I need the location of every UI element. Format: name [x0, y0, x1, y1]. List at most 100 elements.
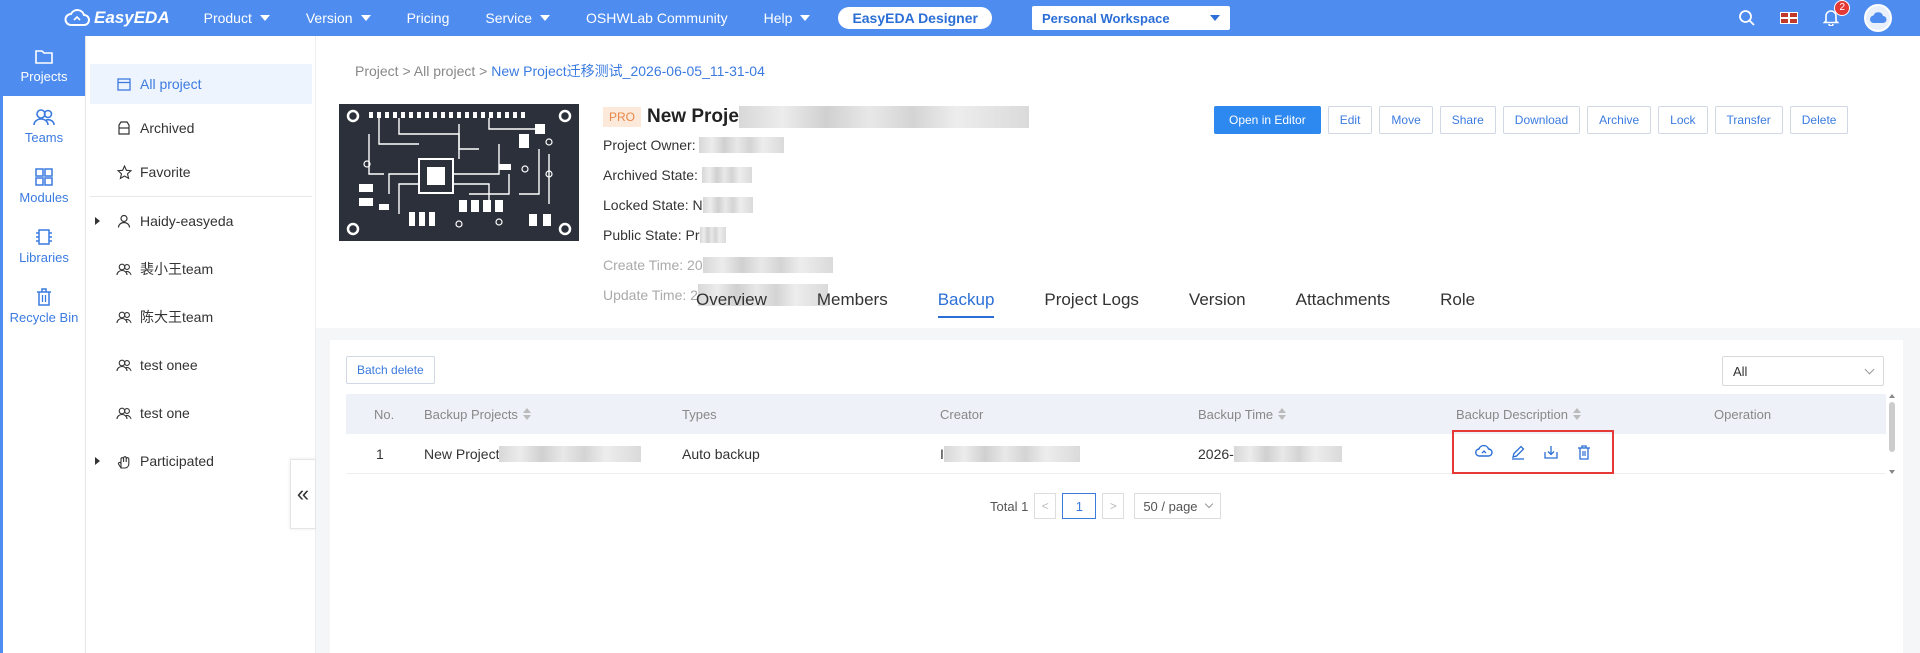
col-types: Types [682, 407, 717, 422]
cloud-restore-icon[interactable] [1474, 444, 1493, 460]
tab-members[interactable]: Members [817, 290, 888, 318]
easyeda-designer-button[interactable]: EasyEDA Designer [838, 7, 992, 29]
table-row: 1 New Project Auto backup I 2026- [346, 430, 1886, 474]
sidebar-item-test-one[interactable]: test one [90, 393, 312, 433]
language-flag-icon[interactable] [1780, 12, 1798, 24]
tab-backup[interactable]: Backup [937, 290, 994, 318]
page-number-button[interactable]: 1 [1062, 493, 1097, 519]
redacted-value [701, 167, 752, 183]
notifications[interactable]: 2 [1822, 0, 1850, 29]
prev-page-button[interactable]: < [1034, 493, 1057, 519]
delete-icon[interactable] [1576, 444, 1592, 460]
chevron-down-icon [1864, 364, 1875, 374]
nav-oshwlab[interactable]: OSHWLab Community [586, 10, 728, 26]
rail-item-label: Modules [19, 190, 69, 205]
batch-delete-button[interactable]: Batch delete [346, 356, 435, 384]
breadcrumb-separator: > [479, 63, 488, 79]
easyeda-logo[interactable]: EasyEDA [64, 8, 170, 28]
sidebar-item-archived[interactable]: Archived [90, 108, 312, 148]
rail-item-label: Teams [24, 130, 64, 145]
nav-help[interactable]: Help [764, 10, 811, 26]
sort-icon[interactable] [522, 408, 531, 420]
tab-version[interactable]: Version [1189, 290, 1246, 318]
page-size-select[interactable]: 50 / page [1134, 493, 1221, 519]
col-backup-description-label: Backup Description [1456, 406, 1568, 422]
download-button[interactable]: Download [1502, 106, 1581, 134]
backup-filter-select[interactable]: All [1722, 356, 1884, 386]
nav-service-label: Service [485, 10, 533, 26]
chip-icon [36, 229, 52, 245]
delete-button[interactable]: Delete [1789, 106, 1849, 134]
col-backup-projects[interactable]: Backup Projects [424, 407, 531, 422]
avatar[interactable] [1864, 4, 1892, 32]
redacted-title [738, 106, 1029, 128]
edit-icon[interactable] [1510, 444, 1526, 460]
tab-overview[interactable]: Overview [696, 290, 767, 318]
scrollbar-thumb[interactable] [1889, 402, 1895, 452]
sort-icon[interactable] [1278, 408, 1287, 420]
rail-item-recycle-bin[interactable]: Recycle Bin [3, 276, 85, 336]
sidebar-item-test-onee[interactable]: test onee [90, 345, 312, 385]
sidebar-item-participated[interactable]: Participated [90, 441, 312, 481]
cloud-logo-icon [64, 9, 90, 26]
app-rail: Projects Teams Modules Libraries Recycle… [0, 36, 86, 653]
archive-button[interactable]: Archive [1587, 106, 1652, 134]
next-page-button[interactable]: > [1102, 493, 1125, 519]
create-time-label: Create Time: [603, 257, 684, 273]
share-button[interactable]: Share [1439, 106, 1496, 134]
sidebar-item-label: 裴小王team [140, 261, 214, 277]
pagination: Total 1 < 1 > 50 / page [990, 493, 1221, 519]
sidebar-item-label: test one [140, 405, 190, 421]
sidebar-item-haidy-easyeda[interactable]: Haidy-easyeda [90, 201, 312, 241]
tab-project-logs[interactable]: Project Logs [1044, 290, 1139, 318]
sort-icon[interactable] [1573, 408, 1581, 420]
sidebar-item-label: Haidy-easyeda [140, 213, 234, 229]
chevron-down-icon [259, 15, 270, 21]
nav-version-label: Version [305, 10, 353, 26]
caret-right-icon[interactable] [95, 217, 100, 225]
rail-item-libraries[interactable]: Libraries [3, 216, 85, 276]
main-content: Project > All project > New Project迁移测试_… [316, 36, 1920, 653]
move-button[interactable]: Move [1379, 106, 1433, 134]
collapse-sidebar-button[interactable]: « [290, 459, 316, 529]
modules-icon [35, 168, 53, 186]
redacted-value [499, 446, 642, 462]
breadcrumb-project[interactable]: Project [355, 63, 399, 79]
sidebar-item-favorite[interactable]: Favorite [90, 152, 312, 192]
rail-item-projects[interactable]: Projects [3, 36, 85, 96]
edit-button[interactable]: Edit [1327, 106, 1373, 134]
table-scrollbar[interactable] [1888, 394, 1896, 474]
pro-badge: PRO [603, 107, 642, 127]
nav-pricing[interactable]: Pricing [407, 10, 450, 26]
nav-service[interactable]: Service [485, 10, 551, 26]
sidebar-item-team-1[interactable]: 裴小王team [90, 249, 312, 289]
cell-backup-project: New Project [424, 434, 642, 474]
nav-version[interactable]: Version [306, 10, 371, 26]
rail-item-modules[interactable]: Modules [3, 156, 85, 216]
col-backup-time[interactable]: Backup Time [1198, 407, 1287, 422]
sidebar-item-all-project[interactable]: All project [90, 64, 312, 104]
logo-text: EasyEDA [94, 8, 170, 27]
caret-right-icon[interactable] [95, 457, 100, 465]
scroll-down-icon[interactable] [1889, 470, 1895, 474]
lock-button[interactable]: Lock [1658, 106, 1708, 134]
tab-attachments[interactable]: Attachments [1296, 290, 1391, 318]
breadcrumb-all-project[interactable]: All project [414, 63, 475, 79]
rail-item-teams[interactable]: Teams [3, 96, 85, 156]
scroll-up-icon[interactable] [1889, 394, 1895, 398]
open-in-editor-button[interactable]: Open in Editor [1214, 106, 1321, 134]
redacted-value [943, 446, 1080, 462]
project-thumbnail [339, 104, 579, 241]
workspace-label: Personal Workspace [1041, 10, 1170, 26]
avatar-cloud-icon [1870, 12, 1887, 23]
sidebar-item-team-2[interactable]: 陈大王team [90, 297, 312, 337]
top-right-tools: 2 [1714, 0, 1892, 36]
nav-product[interactable]: Product [204, 10, 270, 26]
tab-role[interactable]: Role [1440, 290, 1475, 318]
workspace-select[interactable]: Personal Workspace [1031, 6, 1230, 30]
cell-backup-project-text: New Project [424, 446, 500, 462]
search-icon[interactable] [1738, 9, 1756, 27]
transfer-button[interactable]: Transfer [1714, 106, 1783, 134]
col-backup-description[interactable]: Backup Description [1456, 407, 1581, 422]
download-icon[interactable] [1543, 444, 1559, 460]
